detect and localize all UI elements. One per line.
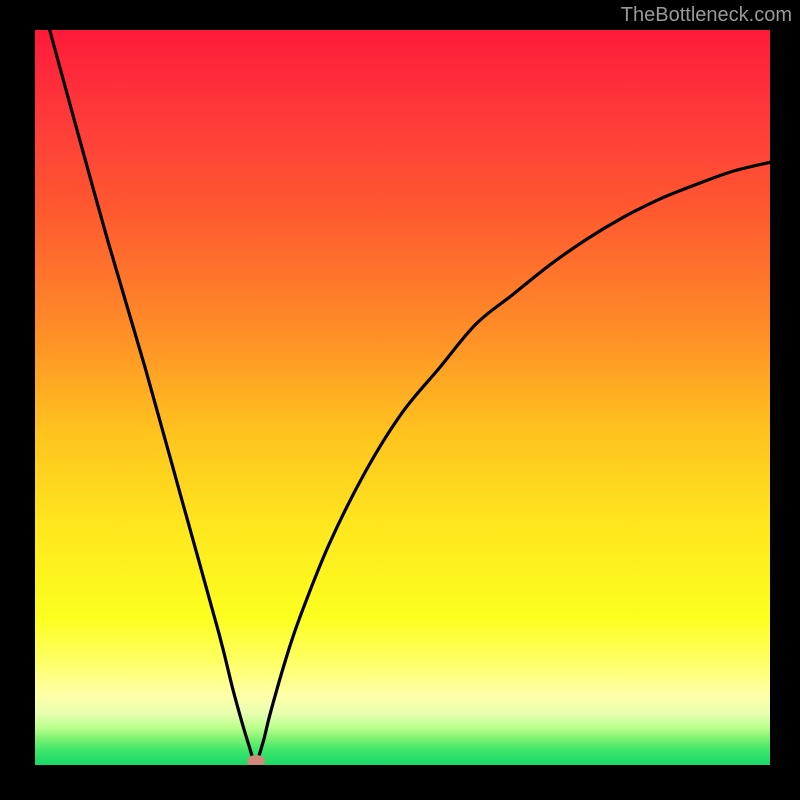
watermark-text: TheBottleneck.com [621,4,792,27]
plot-area [35,30,770,765]
curve-line [35,30,770,765]
chart-container: TheBottleneck.com [0,0,800,800]
optimal-point-marker [247,755,265,765]
